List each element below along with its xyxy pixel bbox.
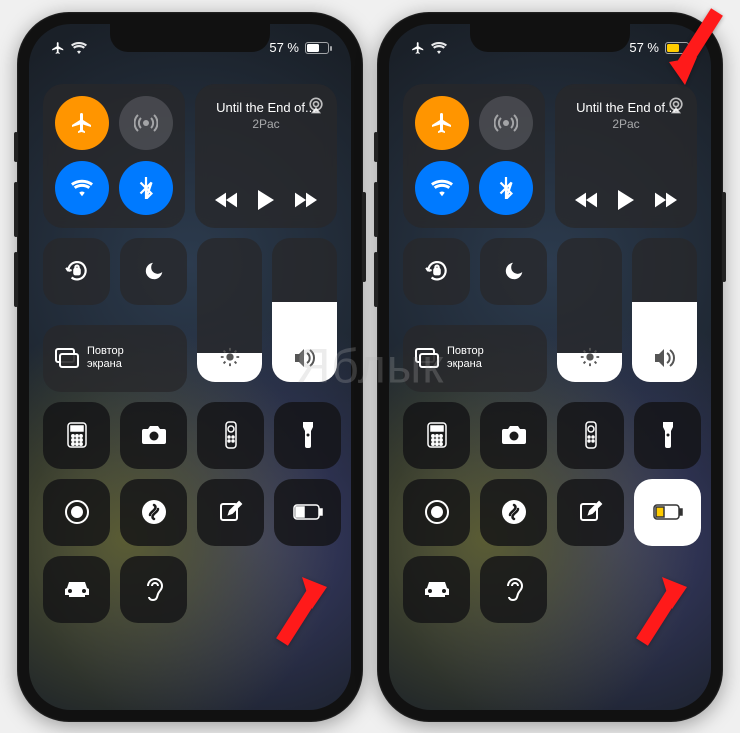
remote-button[interactable] bbox=[197, 402, 264, 469]
bluetooth-toggle[interactable] bbox=[119, 161, 173, 215]
car-button[interactable] bbox=[43, 556, 110, 623]
cellular-toggle[interactable] bbox=[119, 96, 173, 150]
dnd-toggle[interactable] bbox=[120, 238, 187, 305]
notch bbox=[470, 24, 630, 52]
battery-icon bbox=[305, 42, 329, 54]
brightness-slider[interactable] bbox=[197, 238, 262, 382]
camera-button[interactable] bbox=[120, 402, 187, 469]
airplane-icon bbox=[411, 41, 425, 55]
media-artist: 2Pac bbox=[205, 117, 327, 131]
side-button bbox=[362, 192, 366, 282]
forward-button[interactable] bbox=[295, 192, 317, 208]
screen-record-button[interactable] bbox=[43, 479, 110, 546]
cellular-toggle[interactable] bbox=[479, 96, 533, 150]
screen-record-button[interactable] bbox=[403, 479, 470, 546]
volume-down-button bbox=[374, 252, 378, 307]
airplane-mode-toggle[interactable] bbox=[55, 96, 109, 150]
car-button[interactable] bbox=[403, 556, 470, 623]
camera-button[interactable] bbox=[480, 402, 547, 469]
brightness-icon bbox=[579, 346, 601, 368]
airplane-icon bbox=[51, 41, 65, 55]
airplay-icon[interactable] bbox=[305, 94, 327, 116]
connectivity-card[interactable] bbox=[403, 84, 545, 228]
volume-slider[interactable] bbox=[272, 238, 337, 382]
calculator-button[interactable] bbox=[403, 402, 470, 469]
volume-icon bbox=[293, 348, 317, 368]
side-button bbox=[722, 192, 726, 282]
calculator-button[interactable] bbox=[43, 402, 110, 469]
shazam-button[interactable] bbox=[480, 479, 547, 546]
dnd-toggle[interactable] bbox=[480, 238, 547, 305]
volume-up-button bbox=[14, 182, 18, 237]
connectivity-card[interactable] bbox=[43, 84, 185, 228]
play-button[interactable] bbox=[617, 190, 635, 210]
wifi-toggle[interactable] bbox=[55, 161, 109, 215]
brightness-icon bbox=[219, 346, 241, 368]
wifi-icon bbox=[431, 42, 447, 54]
volume-slider[interactable] bbox=[632, 238, 697, 382]
mute-switch bbox=[14, 132, 18, 162]
screen-mirroring-label: Повторэкрана bbox=[447, 345, 484, 370]
notch bbox=[110, 24, 270, 52]
phone-right: 57 % Until the End of... 2Pac bbox=[377, 12, 723, 722]
volume-up-button bbox=[374, 182, 378, 237]
screen-mirroring-button[interactable]: Повторэкрана bbox=[403, 325, 547, 392]
airplay-icon[interactable] bbox=[665, 94, 687, 116]
brightness-slider[interactable] bbox=[557, 238, 622, 382]
bluetooth-toggle[interactable] bbox=[479, 161, 533, 215]
play-button[interactable] bbox=[257, 190, 275, 210]
battery-percent: 57 % bbox=[269, 40, 299, 55]
volume-down-button bbox=[14, 252, 18, 307]
screen-mirroring-button[interactable]: Повторэкрана bbox=[43, 325, 187, 392]
media-card[interactable]: Until the End of... 2Pac bbox=[555, 84, 697, 228]
rewind-button[interactable] bbox=[215, 192, 237, 208]
battery-percent: 57 % bbox=[629, 40, 659, 55]
forward-button[interactable] bbox=[655, 192, 677, 208]
rewind-button[interactable] bbox=[575, 192, 597, 208]
airplane-mode-toggle[interactable] bbox=[415, 96, 469, 150]
wifi-toggle[interactable] bbox=[415, 161, 469, 215]
low-power-button[interactable] bbox=[634, 479, 701, 546]
volume-icon bbox=[653, 348, 677, 368]
wifi-icon bbox=[71, 42, 87, 54]
notes-button[interactable] bbox=[197, 479, 264, 546]
flashlight-button[interactable] bbox=[634, 402, 701, 469]
low-power-button[interactable] bbox=[274, 479, 341, 546]
shazam-button[interactable] bbox=[120, 479, 187, 546]
notes-button[interactable] bbox=[557, 479, 624, 546]
media-card[interactable]: Until the End of... 2Pac bbox=[195, 84, 337, 228]
screen-mirroring-label: Повторэкрана bbox=[87, 345, 124, 370]
hearing-button[interactable] bbox=[120, 556, 187, 623]
remote-button[interactable] bbox=[557, 402, 624, 469]
orientation-lock-toggle[interactable] bbox=[43, 238, 110, 305]
mute-switch bbox=[374, 132, 378, 162]
flashlight-button[interactable] bbox=[274, 402, 341, 469]
media-artist: 2Pac bbox=[565, 117, 687, 131]
hearing-button[interactable] bbox=[480, 556, 547, 623]
phone-left: 57 % Until the End of... 2Pac bbox=[17, 12, 363, 722]
orientation-lock-toggle[interactable] bbox=[403, 238, 470, 305]
